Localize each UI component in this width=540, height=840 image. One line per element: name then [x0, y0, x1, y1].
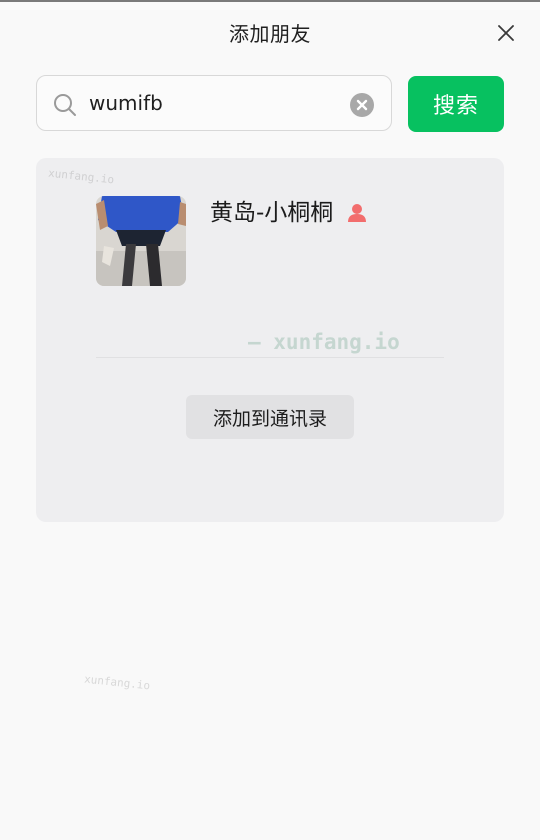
search-result-card: xunfang.io 黄岛-小桐桐 — xunfang.io 添加到通讯录 — [36, 158, 504, 522]
search-row: 搜索 — [36, 75, 504, 133]
add-friend-screen: 添加朋友 搜索 xunfang.io — [0, 0, 540, 840]
watermark-text: — xunfang.io — [248, 330, 400, 354]
search-input[interactable] — [89, 86, 339, 120]
search-box — [36, 75, 392, 131]
page-title: 添加朋友 — [229, 22, 311, 46]
clear-icon[interactable] — [349, 92, 375, 118]
add-to-contacts-button[interactable]: 添加到通讯录 — [186, 395, 354, 439]
avatar[interactable] — [96, 196, 186, 286]
close-icon[interactable] — [496, 23, 516, 43]
watermark-text: xunfang.io — [47, 166, 115, 187]
female-user-icon — [348, 204, 366, 222]
watermark-text: xunfang.io — [83, 672, 151, 693]
search-button[interactable]: 搜索 — [408, 76, 504, 132]
divider — [96, 357, 444, 358]
contact-name: 黄岛-小桐桐 — [210, 200, 334, 226]
search-icon — [54, 94, 76, 116]
